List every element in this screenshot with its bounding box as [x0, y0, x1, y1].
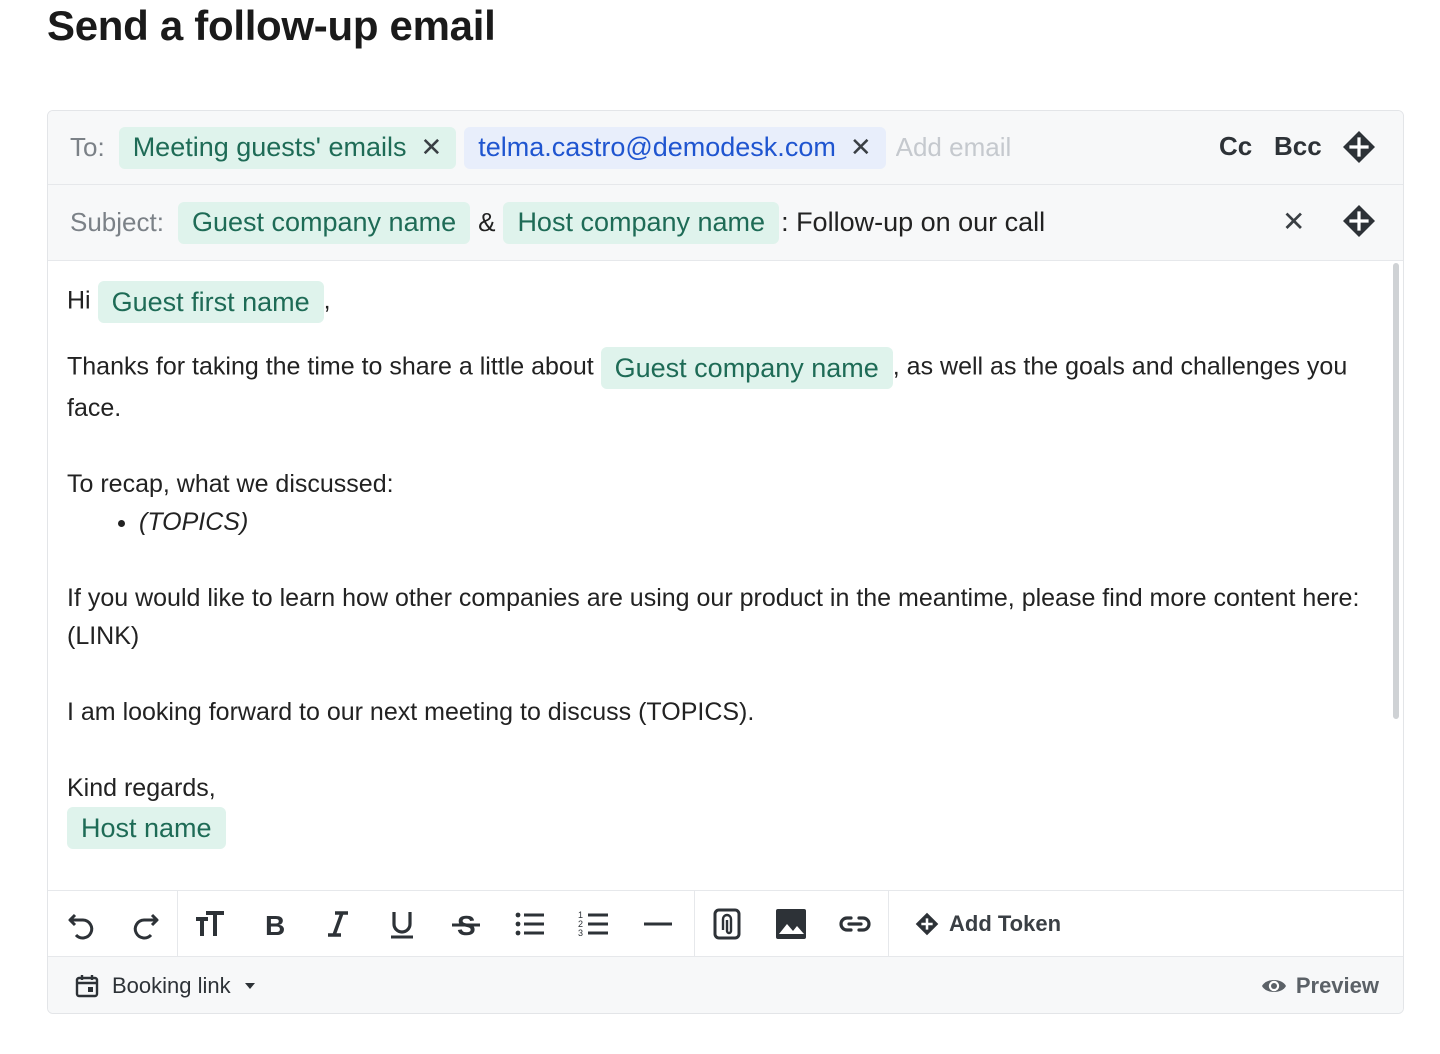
list-item: (TOPICS): [139, 503, 1363, 541]
add-email-input[interactable]: [895, 132, 1166, 163]
greeting-suffix: ,: [323, 286, 331, 315]
horizontal-rule-icon: [644, 922, 672, 925]
greeting-prefix: Hi: [67, 286, 91, 315]
format-group: B S 1 2 3: [178, 891, 695, 956]
horizontal-rule-button[interactable]: [626, 891, 690, 956]
body-token-guest-company[interactable]: Guest company name: [600, 347, 893, 389]
remove-recipient-icon[interactable]: ✕: [420, 132, 442, 163]
recipient-chip-label: telma.castro@demodesk.com: [478, 132, 836, 162]
preview-label: Preview: [1295, 973, 1379, 998]
underline-icon: [391, 911, 413, 938]
caret-down-icon: [244, 983, 255, 989]
preview-button[interactable]: Preview: [1260, 972, 1379, 1000]
body-scrollbar[interactable]: [1393, 263, 1399, 719]
recap-intro: To recap, what we discussed:: [67, 470, 394, 498]
recap-list: (TOPICS): [115, 503, 1363, 541]
add-token-diamond-icon: [915, 912, 939, 935]
to-label: To:: [70, 132, 105, 162]
attachment-icon: [713, 908, 741, 939]
editor-footer: Booking link Preview: [48, 957, 1403, 1013]
italic-button[interactable]: [306, 891, 370, 956]
subject-token-guest-company[interactable]: Guest company name: [177, 201, 471, 244]
text-size-button[interactable]: [178, 891, 242, 956]
subject-token-host-company[interactable]: Host company name: [503, 201, 780, 244]
strikethrough-icon: S: [452, 910, 480, 941]
link-icon: [839, 915, 871, 932]
thanks-prefix: Thanks for taking the time to share a li…: [67, 352, 594, 381]
thanks-paragraph: Thanks for taking the time to share a li…: [67, 347, 1363, 427]
italic-icon: [328, 910, 348, 937]
subject-row: Subject: Guest company name & Host compa…: [48, 185, 1403, 261]
add-token-diamond-icon[interactable]: [1342, 204, 1376, 238]
page-title: Send a follow-up email: [47, 2, 496, 49]
bold-icon: B: [265, 910, 285, 941]
closing-line: Kind regards,: [67, 774, 216, 802]
clear-subject-icon[interactable]: ✕: [1282, 205, 1305, 238]
learn-more-paragraph: If you would like to learn how other com…: [67, 584, 1360, 650]
email-editor: To: Meeting guests' emails ✕ telma.castr…: [47, 110, 1404, 1014]
image-icon: [776, 908, 806, 939]
body-token-guest-first-name[interactable]: Guest first name: [97, 281, 324, 323]
undo-icon: [68, 913, 93, 939]
redo-icon: [134, 913, 159, 939]
svg-text:B: B: [265, 910, 285, 941]
calendar-icon: [75, 975, 99, 998]
svg-text:3: 3: [578, 928, 583, 938]
link-button[interactable]: [823, 891, 887, 956]
remove-recipient-icon[interactable]: ✕: [850, 132, 872, 163]
redo-button[interactable]: [114, 891, 178, 956]
text-size-icon: [196, 910, 224, 936]
body-token-host-name[interactable]: Host name: [67, 807, 226, 849]
bulleted-list-icon: [515, 912, 544, 935]
add-token-button[interactable]: Add Token: [915, 911, 1061, 937]
subject-separator: &: [478, 207, 496, 237]
history-group: [48, 891, 178, 956]
next-meeting-paragraph: I am looking forward to our next meeting…: [67, 698, 755, 726]
strikethrough-button[interactable]: S: [434, 891, 498, 956]
page: Send a follow-up email To: Meeting guest…: [0, 0, 1440, 1054]
booking-link-dropdown[interactable]: Booking link: [74, 973, 269, 999]
formatting-toolbar: B S 1 2 3 Add Token: [48, 890, 1403, 957]
recipient-chip-label: Meeting guests' emails: [132, 132, 407, 162]
greeting-line: Hi Guest first name,: [67, 281, 1363, 323]
underline-button[interactable]: [370, 891, 434, 956]
to-row: To: Meeting guests' emails ✕ telma.castr…: [48, 111, 1403, 185]
subject-text[interactable]: : Follow-up on our call: [781, 207, 1045, 238]
recipient-chip-guests[interactable]: Meeting guests' emails ✕: [118, 126, 457, 169]
eye-icon: [1261, 980, 1286, 992]
undo-button[interactable]: [50, 891, 114, 956]
email-body[interactable]: Hi Guest first name, Thanks for taking t…: [48, 261, 1403, 891]
attachment-button[interactable]: [695, 891, 759, 956]
numbered-list-button[interactable]: 1 2 3: [562, 891, 626, 956]
cc-button[interactable]: Cc: [1219, 131, 1252, 162]
booking-link-label: Booking link: [112, 973, 231, 998]
image-button[interactable]: [759, 891, 823, 956]
subject-label: Subject:: [70, 207, 164, 237]
add-token-diamond-icon[interactable]: [1342, 130, 1376, 164]
bold-button[interactable]: B: [242, 891, 306, 956]
add-token-label: Add Token: [949, 910, 1062, 936]
numbered-list-icon: 1 2 3: [578, 910, 608, 938]
insert-group: [695, 891, 889, 956]
bulleted-list-button[interactable]: [498, 891, 562, 956]
recipient-chip-email[interactable]: telma.castro@demodesk.com ✕: [464, 126, 886, 169]
signature-line: Host name: [67, 807, 1363, 849]
bcc-button[interactable]: Bcc: [1274, 131, 1322, 162]
